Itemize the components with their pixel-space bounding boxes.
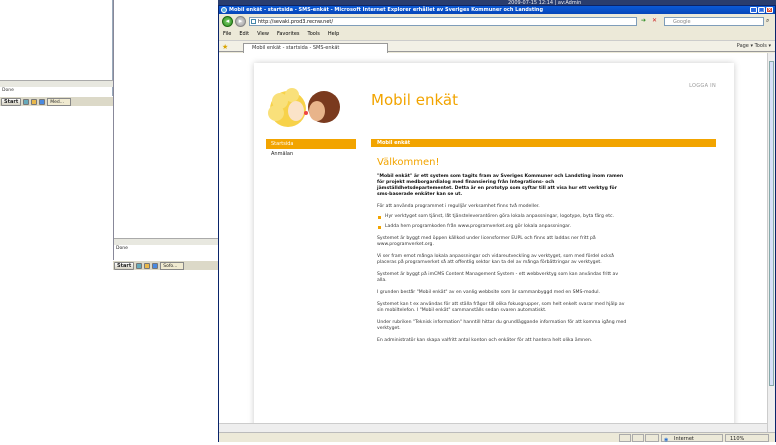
horizontal-scrollbar[interactable] xyxy=(114,238,219,245)
address-bar[interactable]: http://sevaki.prod3.recnw.net/ xyxy=(249,17,637,26)
quicklaunch-icon[interactable] xyxy=(23,98,30,105)
title-bar[interactable]: Mobil enkät - startsida - SMS-enkät - Mi… xyxy=(219,6,775,14)
menu-edit[interactable]: Edit xyxy=(239,30,249,39)
folder-icon[interactable] xyxy=(31,98,38,105)
paragraph: En administratör kan skapa valfritt anta… xyxy=(377,338,593,343)
menu-help[interactable]: Help xyxy=(328,30,339,39)
paragraph: Vi ser fram emot många lokala anpassning… xyxy=(377,254,614,265)
status-text: Done xyxy=(2,88,14,93)
logo-faces-icon xyxy=(268,88,340,127)
browser-window: Mobil enkät - startsida - SMS-enkät - Mi… xyxy=(218,5,776,443)
menu-favorites[interactable]: Favorites xyxy=(277,30,300,39)
tab-label: Mobil enkät - startsida - SMS-enkät xyxy=(252,45,340,51)
main-content: Mobil enkät Välkommen! "Mobil enkät" är … xyxy=(371,139,716,344)
taskbar-item[interactable]: Med... xyxy=(47,97,72,106)
favorites-star-icon[interactable]: ★ xyxy=(222,43,228,51)
paragraph: För att använda programmet i regulljär v… xyxy=(377,204,540,209)
background-window[interactable]: Done xyxy=(113,0,219,260)
list-item: Ladda hem programkoden från www.programv… xyxy=(377,224,627,230)
menu-bar: File Edit View Favorites Tools Help xyxy=(219,30,775,39)
nav-item-anmalan[interactable]: Anmälan xyxy=(266,149,356,159)
close-icon[interactable]: × xyxy=(766,7,773,13)
search-icon[interactable]: ⌕ xyxy=(766,17,769,25)
paragraph: I grunden består "Mobil enkät" av en van… xyxy=(377,290,600,295)
go-icon[interactable]: ➔ xyxy=(641,17,646,24)
status-section xyxy=(619,434,631,442)
horizontal-scrollbar[interactable] xyxy=(0,80,113,87)
section-bar: Mobil enkät xyxy=(371,139,716,147)
maximize-icon[interactable]: □ xyxy=(758,7,765,13)
tab-row: ★ Mobil enkät - startsida - SMS-enkät Pa… xyxy=(219,40,775,53)
zoom-text: 110% xyxy=(730,436,745,442)
intro-paragraph: "Mobil enkät" är ett system som tagits f… xyxy=(377,174,624,197)
page-icon xyxy=(251,19,256,24)
start-button[interactable]: Start xyxy=(114,261,135,270)
page-viewport: Mobil enkät LOGGA IN Startsida Anmälan M… xyxy=(219,53,767,432)
browser-tab[interactable]: Mobil enkät - startsida - SMS-enkät xyxy=(243,43,388,53)
browser-icon[interactable] xyxy=(39,98,46,105)
status-section xyxy=(645,434,659,442)
list-item: Hyr verktyget som tjänst, låt tjänstelev… xyxy=(377,214,627,220)
address-text: http://sevaki.prod3.recnw.net/ xyxy=(258,19,334,25)
site-title: Mobil enkät xyxy=(371,91,458,109)
taskbar: Start Med... xyxy=(0,96,113,106)
scroll-thumb[interactable] xyxy=(769,61,774,386)
search-input[interactable]: Google xyxy=(664,17,764,26)
paragraph: Systemet är byggt med öppen källkod unde… xyxy=(377,236,596,247)
menu-file[interactable]: File xyxy=(223,30,231,39)
stop-icon[interactable]: ✕ xyxy=(652,17,657,24)
ie-icon xyxy=(221,7,227,13)
globe-icon: ◉ xyxy=(664,437,669,443)
minimize-icon[interactable]: _ xyxy=(750,7,757,13)
paragraph: Under rubriken "Teknisk information" han… xyxy=(377,320,627,331)
background-window[interactable]: Done xyxy=(0,0,113,100)
paragraph: Systemet är byggt på imCMS Content Manag… xyxy=(377,272,619,283)
taskbar-item[interactable]: Sofo... xyxy=(160,261,185,270)
status-text: Done xyxy=(116,246,128,251)
start-button[interactable]: Start xyxy=(1,97,22,106)
back-icon[interactable]: ◂ xyxy=(222,16,233,27)
status-bar: ◉ Internet 110% xyxy=(219,432,775,443)
side-navigation: Startsida Anmälan xyxy=(266,139,356,159)
web-page: Mobil enkät LOGGA IN Startsida Anmälan M… xyxy=(254,63,734,432)
zone-text: Internet xyxy=(674,436,694,442)
window-title: Mobil enkät - startsida - SMS-enkät - Mi… xyxy=(229,7,544,13)
nav-item-startsida[interactable]: Startsida xyxy=(266,139,356,149)
status-section xyxy=(632,434,644,442)
zone-indicator[interactable]: ◉ Internet xyxy=(661,434,723,443)
search-placeholder: Google xyxy=(673,19,691,25)
vertical-scrollbar[interactable] xyxy=(767,53,775,432)
menu-view[interactable]: View xyxy=(257,30,269,39)
browser-icon[interactable] xyxy=(152,262,159,269)
login-link[interactable]: LOGGA IN xyxy=(689,83,716,89)
folder-icon[interactable] xyxy=(144,262,151,269)
taskbar: Start Sofo... xyxy=(113,260,218,270)
forward-icon[interactable]: ▸ xyxy=(235,16,246,27)
welcome-heading: Välkommen! xyxy=(377,157,440,168)
quicklaunch-icon[interactable] xyxy=(136,262,143,269)
horizontal-scrollbar[interactable] xyxy=(219,423,767,432)
address-row: ◂ ▸ http://sevaki.prod3.recnw.net/ ➔ ✕ G… xyxy=(219,15,775,29)
paragraph: Systemet kan t ex användas för att ställ… xyxy=(377,302,625,313)
menu-tools[interactable]: Tools xyxy=(308,30,320,39)
zoom-control[interactable]: 110% xyxy=(725,434,769,442)
command-bar[interactable]: Page ▾ Tools ▾ xyxy=(737,43,771,49)
